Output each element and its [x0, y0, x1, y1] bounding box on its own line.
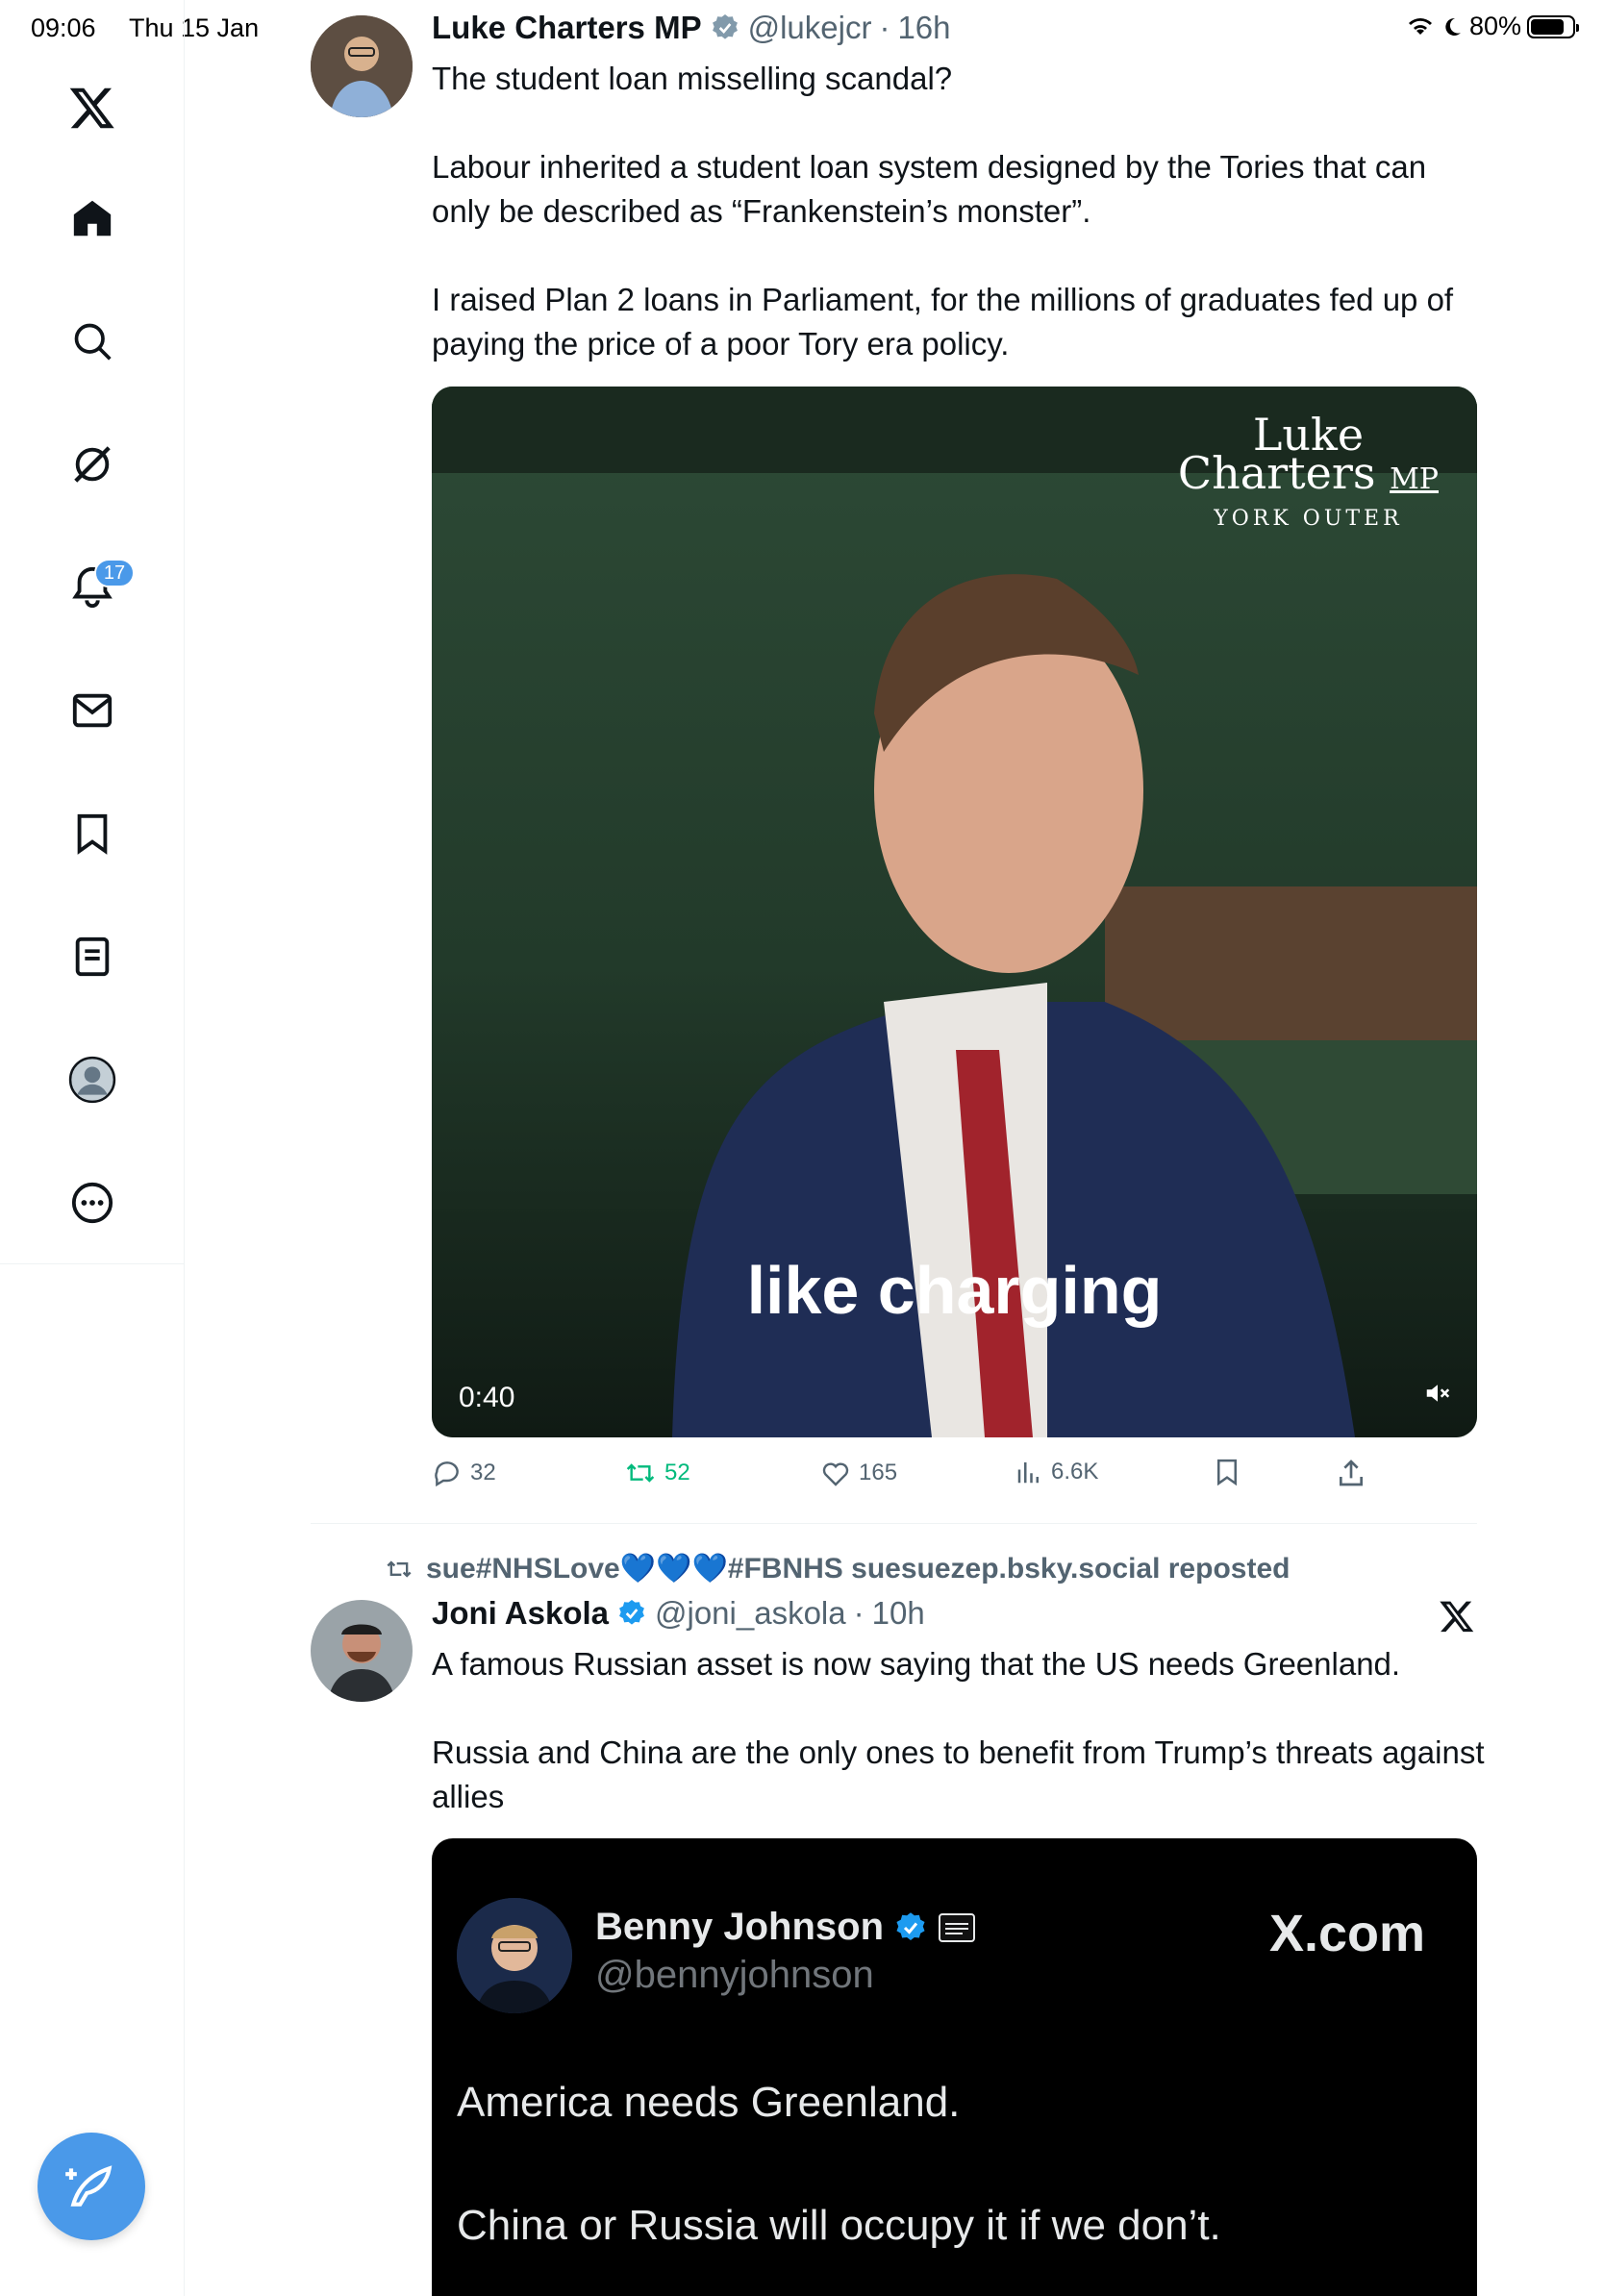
video-duration: 0:40 [459, 1382, 515, 1413]
separator: · [853, 1595, 865, 1631]
tweet-body: The student loan misselling scandal? Lab… [432, 57, 1490, 366]
repost-context[interactable]: sue#NHSLove💙💙💙#FBNHS suesuezep.bsky.soci… [384, 1552, 1290, 1585]
search-icon[interactable] [63, 312, 121, 370]
reply-count: 32 [470, 1460, 496, 1485]
tweet-image[interactable]: Benny Johnson @bennyjohnson X.com Americ… [432, 1838, 1477, 2296]
channel-watermark: Luke Charters MP YORK OUTER [1177, 409, 1439, 531]
lists-icon[interactable] [63, 928, 121, 986]
tweet-header: Luke Charters MP @lukejcr · 16h [432, 10, 951, 46]
reply-icon [435, 1461, 459, 1487]
verified-badge-icon [896, 1911, 925, 1940]
tweet-author-avatar[interactable] [311, 1600, 413, 1702]
sidebar-divider [0, 1263, 185, 1264]
grok-icon[interactable] [63, 436, 121, 493]
views-count: 6.6K [1051, 1459, 1099, 1485]
xcom-watermark: X.com [1268, 1905, 1425, 1962]
tweet-time[interactable]: 10h [872, 1595, 925, 1632]
tweet-video[interactable]: Luke Charters MP YORK OUTER like chargin… [432, 387, 1477, 1437]
separator: · [879, 10, 890, 45]
home-icon[interactable] [63, 189, 121, 247]
quoted-avatar [457, 1898, 572, 2013]
repost-button[interactable]: 52 [624, 1458, 690, 1488]
tweet-paragraph: The student loan misselling scandal? [432, 61, 953, 96]
tweet-author-avatar[interactable] [311, 15, 413, 117]
sidebar: 17 [0, 0, 185, 2296]
share-icon [1340, 1460, 1363, 1486]
x-source-icon[interactable] [1439, 1598, 1475, 1639]
share-button[interactable] [1336, 1458, 1366, 1488]
tweet-body: A famous Russian asset is now saying tha… [432, 1642, 1490, 1819]
video-caption: like charging [746, 1253, 1163, 1328]
like-count: 165 [859, 1460, 898, 1485]
notifications-badge: 17 [94, 559, 135, 587]
bookmarks-icon[interactable] [63, 805, 121, 862]
compose-button[interactable] [38, 2133, 145, 2240]
tweet-divider [311, 1523, 1477, 1524]
verified-badge-icon [712, 14, 738, 39]
repost-context-text: sue#NHSLove💙💙💙#FBNHS suesuezep.bsky.soci… [426, 1553, 1291, 1585]
repost-icon [626, 1463, 655, 1483]
quoted-text: China or Russia will occupy it if we don… [457, 2202, 1221, 2249]
views-button[interactable]: 6.6K [1015, 1458, 1098, 1486]
like-button[interactable]: 165 [820, 1458, 897, 1488]
tweet-header: Joni Askola @joni_askola · 10h [432, 1595, 925, 1632]
author-handle[interactable]: @joni_askola [655, 1595, 846, 1632]
bookmark-icon [1217, 1459, 1237, 1486]
views-icon [1017, 1462, 1039, 1484]
author-name[interactable]: Luke Charters MP [432, 10, 702, 46]
repost-count: 52 [664, 1460, 690, 1485]
moon-icon [1445, 17, 1461, 36]
tweet-time[interactable]: 16h [897, 10, 950, 46]
verified-badge-icon [619, 1600, 644, 1625]
status-indicators: 80% [1406, 12, 1579, 41]
tweet-actions: 32 52 165 6.6K [432, 1458, 1477, 1496]
quoted-name: Benny Johnson [595, 1906, 976, 1949]
repost-icon [387, 1560, 412, 1578]
compose-icon [65, 2165, 113, 2207]
author-handle[interactable]: @lukejcr [748, 10, 872, 46]
tweet-paragraph: Russia and China are the only ones to be… [432, 1734, 1485, 1814]
wifi-icon [1408, 17, 1432, 35]
mute-icon[interactable] [1423, 1379, 1452, 1412]
tweet-paragraph: I raised Plan 2 loans in Parliament, for… [432, 282, 1454, 362]
author-name[interactable]: Joni Askola [432, 1595, 609, 1632]
heart-icon [822, 1462, 849, 1486]
profile-icon[interactable] [63, 1051, 121, 1109]
tweet-paragraph: Labour inherited a student loan system d… [432, 149, 1427, 229]
messages-icon[interactable] [63, 682, 121, 739]
quoted-text: America needs Greenland. [457, 2079, 961, 2126]
battery-percent: 80% [1468, 12, 1521, 40]
affiliate-badge-icon [939, 1912, 976, 1942]
x-logo-icon[interactable] [63, 79, 121, 137]
battery-icon [1527, 14, 1579, 38]
quoted-handle: @bennyjohnson [595, 1954, 874, 1996]
tweet-paragraph: A famous Russian asset is now saying tha… [432, 1646, 1401, 1682]
bookmark-button[interactable] [1213, 1458, 1241, 1486]
reply-button[interactable]: 32 [432, 1458, 496, 1488]
more-icon[interactable] [63, 1174, 121, 1232]
